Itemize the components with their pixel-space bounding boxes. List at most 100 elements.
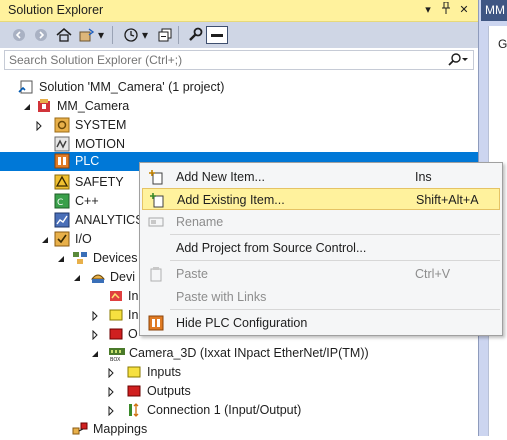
tree-label: SYSTEM: [75, 118, 127, 132]
home-icon[interactable]: [55, 26, 73, 44]
tree-item-mappings[interactable]: Mappings: [0, 420, 478, 439]
toolbar-separator: [178, 26, 179, 44]
search-icon[interactable]: [447, 52, 469, 68]
menu-shortcut: Ins: [415, 170, 432, 184]
menu-separator: [170, 234, 500, 235]
toolbar: ▾ ▾: [0, 22, 478, 48]
expanded-arrow-icon[interactable]: [22, 101, 32, 111]
tree-item-camera[interactable]: BOX Camera_3D (Ixxat INpact EtherNet/IP(…: [0, 344, 478, 363]
chevron-down-icon[interactable]: ▾: [140, 26, 150, 44]
right-panel-text: G: [498, 37, 507, 51]
tree-item-project[interactable]: MM_Camera: [0, 97, 478, 116]
search-box: [4, 50, 474, 70]
sync-view-icon[interactable]: [78, 26, 96, 44]
pin-icon[interactable]: [438, 1, 454, 18]
menu-label: Rename: [176, 215, 224, 229]
tree-item-solution[interactable]: Solution 'MM_Camera' (1 project): [0, 78, 478, 97]
project-icon: [36, 98, 52, 114]
tree-label: PLC: [75, 154, 100, 168]
expanded-arrow-icon[interactable]: [56, 253, 66, 263]
tree-item-inputs[interactable]: Inputs: [0, 363, 478, 382]
right-panel-title[interactable]: MM: [481, 0, 507, 21]
cpp-icon: C: [54, 193, 70, 209]
tree-label: Connection 1 (Input/Output): [147, 403, 302, 417]
paste-icon: [148, 266, 164, 282]
image-icon: [108, 288, 124, 304]
preview-toggle-icon[interactable]: [206, 26, 228, 44]
system-icon: [54, 117, 70, 133]
tree-label: Devi: [110, 270, 136, 284]
tree-label: SAFETY: [75, 175, 124, 189]
tree-label: C++: [75, 194, 99, 208]
menu-label: Add Project from Source Control...: [176, 241, 367, 255]
menu-item-paste[interactable]: Paste Ctrl+V: [142, 263, 500, 285]
svg-text:C: C: [57, 198, 63, 208]
tree-label: O: [128, 327, 138, 341]
collapsed-arrow-icon[interactable]: [106, 367, 116, 379]
context-menu: Add New Item... Ins Add Existing Item...…: [139, 162, 503, 336]
dropdown-arrow-icon[interactable]: ▾: [420, 2, 436, 18]
back-icon[interactable]: [10, 26, 28, 44]
collapsed-arrow-icon[interactable]: [90, 310, 100, 322]
collapsed-arrow-icon[interactable]: [90, 329, 100, 341]
tree-label: In: [128, 289, 139, 303]
outputs-icon: [108, 326, 124, 342]
menu-item-rename[interactable]: Rename: [142, 211, 500, 233]
inputs-icon: [108, 307, 124, 323]
menu-item-add-from-source-control[interactable]: Add Project from Source Control...: [142, 237, 500, 259]
devices-icon: [72, 250, 88, 266]
menu-item-hide-plc[interactable]: Hide PLC Configuration: [142, 312, 500, 334]
menu-shortcut: Ctrl+V: [415, 267, 451, 281]
io-icon: [54, 231, 70, 247]
expanded-arrow-icon[interactable]: [90, 348, 100, 358]
title-bar: Solution Explorer ▾ ✕: [0, 0, 478, 22]
collapsed-arrow-icon[interactable]: [106, 386, 116, 398]
rename-icon: [148, 214, 164, 230]
tree-label: Devices: [93, 251, 138, 265]
connection-icon: [126, 402, 142, 418]
outputs-icon: [126, 383, 142, 399]
menu-label: Hide PLC Configuration: [176, 316, 308, 330]
expanded-arrow-icon[interactable]: [72, 272, 82, 282]
mappings-icon: [72, 421, 88, 437]
tree-label: Mappings: [93, 422, 148, 436]
tree-item-system[interactable]: SYSTEM: [0, 116, 478, 135]
add-new-item-icon: [148, 169, 164, 185]
tree-label: MOTION: [75, 137, 125, 151]
box-device-icon: BOX: [108, 345, 125, 363]
solution-icon: [18, 79, 34, 95]
menu-label: Paste: [176, 267, 208, 281]
expanded-arrow-icon[interactable]: [40, 234, 50, 244]
menu-item-add-new-item[interactable]: Add New Item... Ins: [142, 166, 500, 188]
plc-icon: [148, 315, 164, 331]
add-existing-item-icon: [149, 192, 165, 208]
menu-label: Add Existing Item...: [177, 193, 285, 207]
wrench-icon[interactable]: [186, 26, 204, 44]
collapse-all-icon[interactable]: [156, 26, 174, 44]
history-icon[interactable]: [122, 26, 140, 44]
menu-label: Add New Item...: [176, 170, 265, 184]
menu-item-paste-with-links[interactable]: Paste with Links: [142, 286, 500, 308]
tree-item-outputs[interactable]: Outputs: [0, 382, 478, 401]
ethercat-master-icon: [90, 269, 106, 285]
motion-icon: [54, 136, 70, 152]
collapsed-arrow-icon[interactable]: [34, 120, 44, 132]
collapsed-arrow-icon[interactable]: [106, 405, 116, 417]
tree-item-connection[interactable]: Connection 1 (Input/Output): [0, 401, 478, 420]
chevron-down-icon[interactable]: ▾: [96, 26, 106, 44]
menu-separator: [170, 260, 500, 261]
menu-item-add-existing-item[interactable]: Add Existing Item... Shift+Alt+A: [142, 188, 500, 210]
tree-label: Outputs: [147, 384, 191, 398]
close-icon[interactable]: ✕: [456, 2, 472, 18]
tree-label: In: [128, 308, 139, 322]
tree-label: ANALYTICS: [75, 213, 144, 227]
plc-icon: [54, 153, 70, 169]
search-input[interactable]: [9, 52, 429, 68]
menu-label: Paste with Links: [176, 290, 267, 304]
window-title: Solution Explorer: [8, 3, 104, 17]
analytics-icon: [54, 212, 70, 228]
menu-separator: [170, 309, 500, 310]
tree-label: Camera_3D (Ixxat INpact EtherNet/IP(TM)): [129, 346, 369, 360]
forward-icon[interactable]: [32, 26, 50, 44]
tree-label: Solution 'MM_Camera' (1 project): [39, 80, 225, 94]
